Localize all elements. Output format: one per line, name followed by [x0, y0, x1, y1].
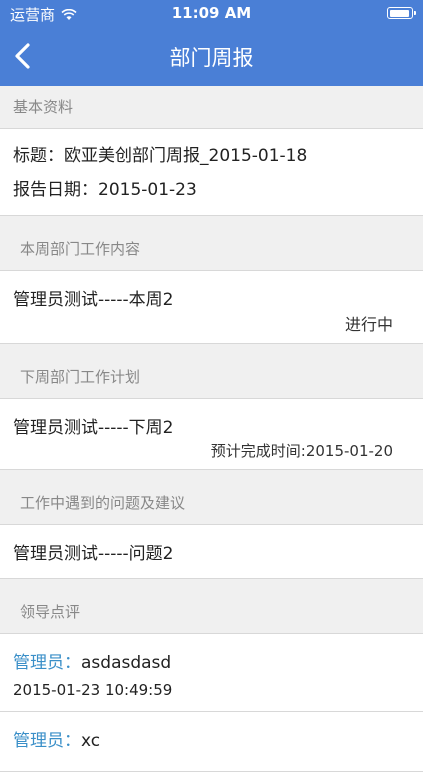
report-date-value: 2015-01-23	[98, 180, 197, 200]
this-week-item-text: 管理员测试-----本周2	[13, 290, 174, 310]
status-bar: 运营商 11:09 AM	[0, 0, 423, 28]
top-bar: 运营商 11:09 AM 部门周报	[0, 0, 423, 86]
report-date-label: 报告日期：	[13, 180, 98, 200]
basic-info-section: 标题：欧亚美创部门周报_2015-01-18 报告日期：2015-01-23	[0, 129, 423, 216]
comment-author: 管理员：	[13, 731, 81, 751]
battery-icon	[387, 7, 416, 19]
comment-item: 管理员：xc	[0, 712, 423, 772]
report-title-label: 标题：	[13, 146, 64, 166]
due-date: 预计完成时间:2015-01-20	[210, 442, 393, 460]
comment-timestamp	[13, 751, 410, 771]
section-gap	[0, 216, 423, 228]
this-week-header: 本周部门工作内容	[0, 228, 423, 271]
nav-bar: 部门周报	[0, 28, 423, 86]
comment-line: 管理员：xc	[13, 726, 410, 751]
section-gap	[0, 470, 423, 482]
next-week-item[interactable]: 管理员测试-----下周2 预计完成时间:2015-01-20	[0, 399, 423, 470]
comment-line: 管理员：asdasdasd	[13, 648, 410, 673]
report-title-value: 欧亚美创部门周报_2015-01-18	[64, 146, 308, 166]
problems-item-text: 管理员测试-----问题2	[13, 544, 174, 564]
problems-header: 工作中遇到的问题及建议	[0, 482, 423, 525]
comment-text: asdasdasd	[81, 653, 172, 673]
next-week-header: 下周部门工作计划	[0, 356, 423, 399]
comment-text: xc	[81, 731, 101, 751]
page-title: 部门周报	[169, 46, 254, 70]
comment-author: 管理员：	[13, 653, 81, 673]
report-date-row: 报告日期：2015-01-23	[13, 173, 410, 207]
comments-header: 领导点评	[0, 591, 423, 634]
status-time: 11:09 AM	[171, 4, 252, 22]
next-week-item-text: 管理员测试-----下周2	[13, 418, 174, 438]
this-week-item[interactable]: 管理员测试-----本周2 进行中	[0, 271, 423, 344]
problems-item[interactable]: 管理员测试-----问题2	[0, 525, 423, 579]
section-gap	[0, 344, 423, 356]
status-badge: 进行中	[344, 315, 393, 334]
comment-item: 管理员：asdasdasd 2015-01-23 10:49:59	[0, 634, 423, 712]
section-gap	[0, 579, 423, 591]
comment-timestamp: 2015-01-23 10:49:59	[13, 681, 173, 699]
basic-info-header: 基本资料	[0, 86, 423, 129]
report-title-row: 标题：欧亚美创部门周报_2015-01-18	[13, 139, 410, 173]
